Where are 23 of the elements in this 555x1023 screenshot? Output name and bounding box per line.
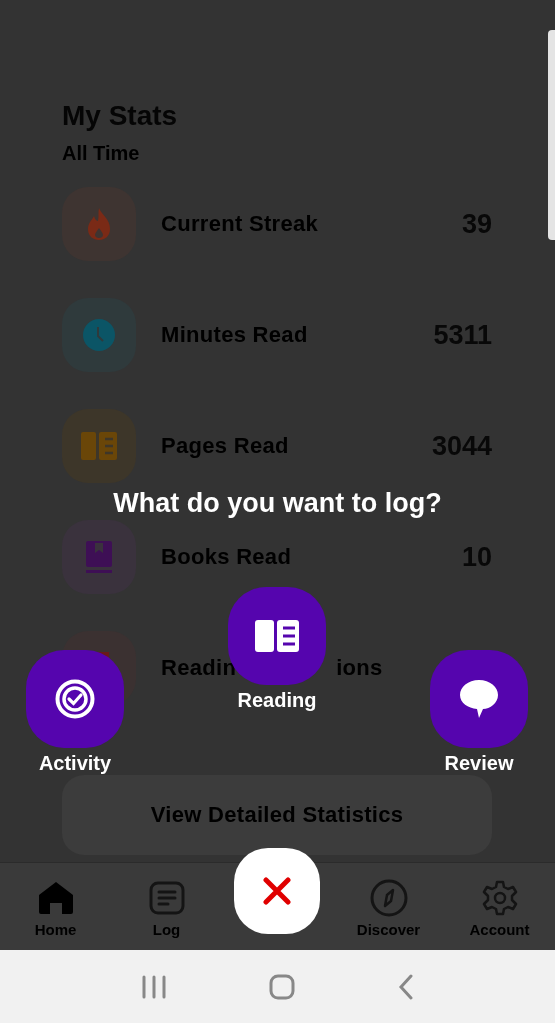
scrollbar[interactable]: [548, 30, 555, 240]
log-option-button[interactable]: [26, 650, 124, 748]
log-option-label: Activity: [38, 752, 112, 775]
close-icon: [263, 877, 291, 905]
log-option-label: Reading: [237, 689, 317, 712]
book-icon: [255, 620, 299, 652]
nav-tab[interactable]: Home: [34, 863, 77, 950]
details-button[interactable]: View Detailed Statistics: [62, 775, 492, 855]
speech-bubble-icon: [459, 679, 499, 719]
nav-tab[interactable]: Discover: [356, 863, 421, 950]
home-icon: [37, 881, 74, 915]
nav-tab[interactable]: Log: [148, 863, 185, 950]
nav-tab[interactable]: Account: [469, 863, 530, 950]
home-icon[interactable]: [268, 973, 295, 1000]
compass-icon: [369, 879, 408, 917]
back-icon[interactable]: [397, 973, 414, 1000]
log-option-button[interactable]: [430, 650, 528, 748]
menu-title: What do you want to log?: [112, 487, 443, 520]
check-circle-icon: [55, 679, 95, 719]
recent-apps-icon[interactable]: [141, 974, 166, 999]
log-option-label: Review: [444, 752, 514, 775]
document-icon: [148, 881, 185, 915]
settings-icon: [481, 880, 518, 916]
